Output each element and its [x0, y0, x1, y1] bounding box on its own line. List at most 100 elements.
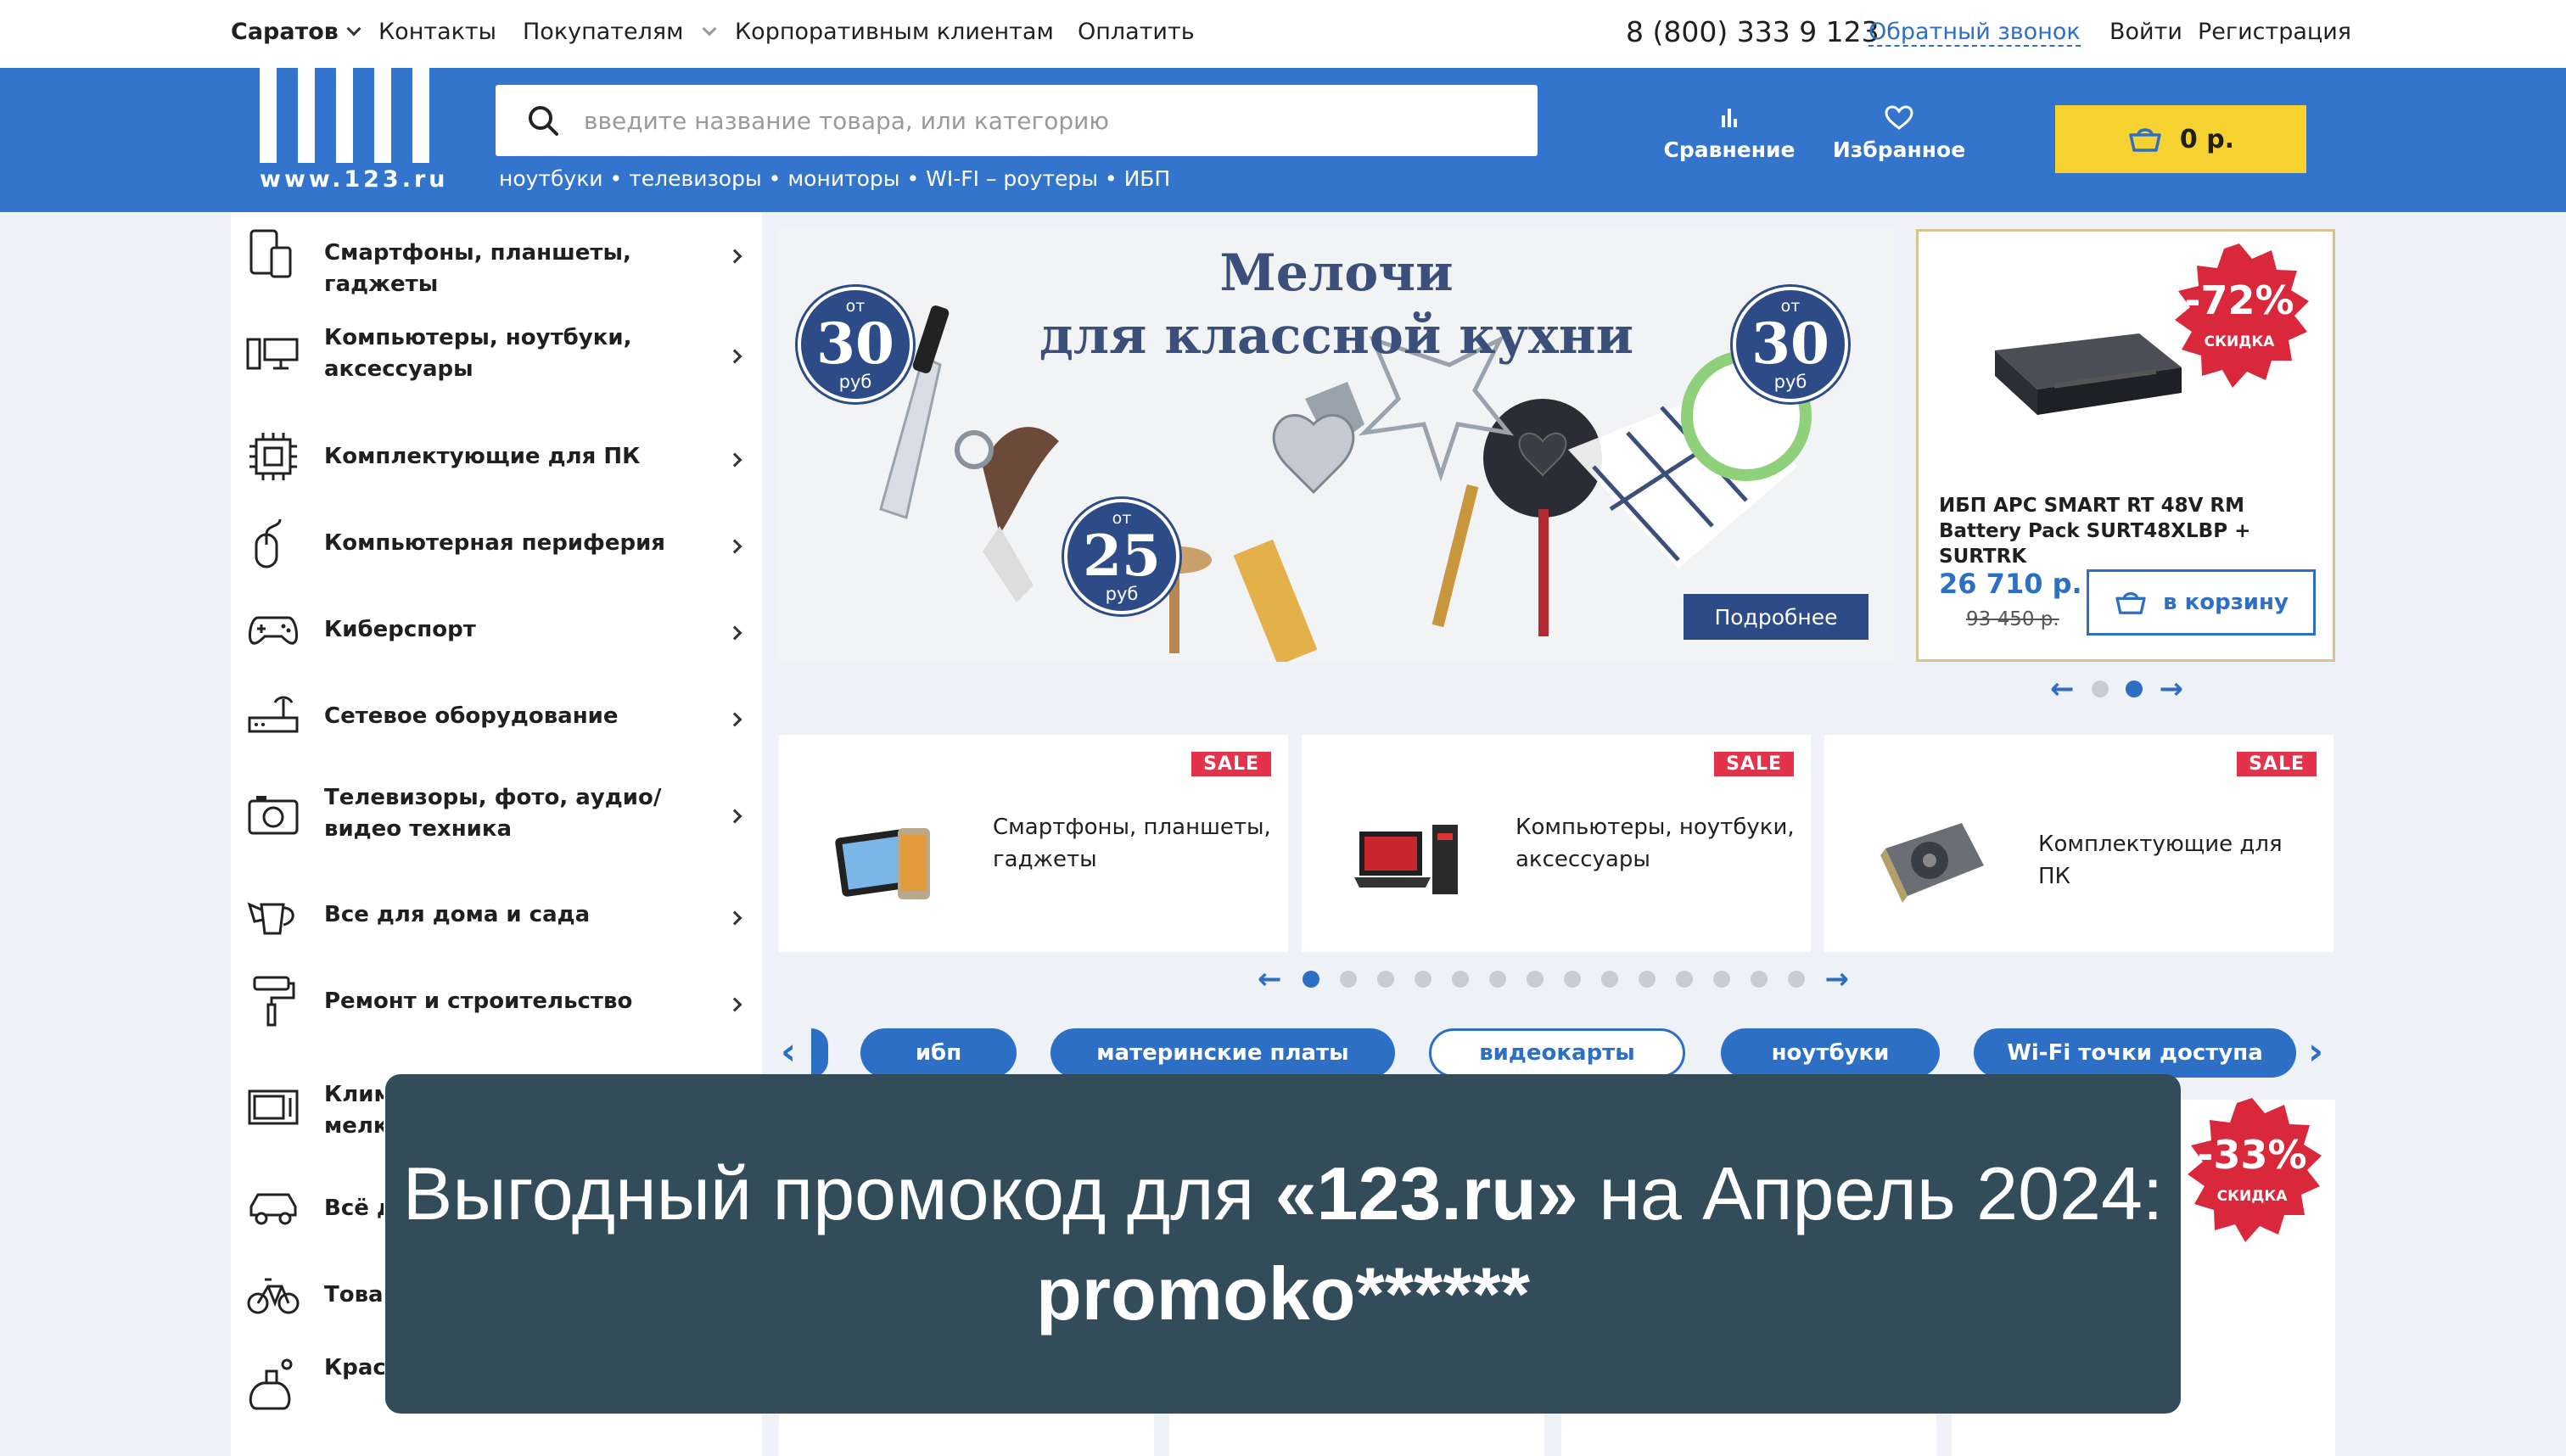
- arrow-left-icon[interactable]: ←: [1258, 965, 1282, 994]
- banner-more-button[interactable]: Подробнее: [1684, 594, 1868, 640]
- quick-links[interactable]: ноутбуки • телевизоры • мониторы • WI-FI…: [499, 166, 1170, 191]
- callback-link[interactable]: Обратный звонок: [1868, 19, 2081, 47]
- ups-product-image: [1995, 333, 2182, 415]
- pager-dot[interactable]: [1339, 971, 1357, 988]
- sidebar-item-repair[interactable]: Ремонт и строительство: [231, 960, 762, 1045]
- favorites-label: Избранное: [1832, 137, 1966, 162]
- pager-dot[interactable]: [2091, 680, 2109, 697]
- price-badge: от 30 руб: [798, 287, 913, 402]
- sale-card[interactable]: SALE Комплектующие для ПК: [1824, 735, 2333, 952]
- pager-dot[interactable]: [1414, 971, 1431, 988]
- tag-pill[interactable]: материнские платы: [1050, 1028, 1395, 1078]
- pager-dot[interactable]: [1712, 971, 1730, 988]
- logo-url: www.123.ru: [260, 166, 449, 193]
- sidebar-item-computers[interactable]: Компьютеры, ноутбуки, аксессуары: [231, 311, 762, 404]
- pager-dot-active[interactable]: [2125, 680, 2143, 697]
- pager-dot[interactable]: [1563, 971, 1581, 988]
- chevron-right-icon: [727, 910, 742, 926]
- product-title[interactable]: ИБП APC SMART RT 48V RM Battery Pack SUR…: [1939, 493, 2321, 569]
- pager-dot-active[interactable]: [1302, 971, 1319, 988]
- pager-dot[interactable]: [1600, 971, 1618, 988]
- pager-dot[interactable]: [1675, 971, 1693, 988]
- arrow-left-icon[interactable]: ←: [2050, 675, 2075, 703]
- router-icon: [248, 696, 299, 733]
- graphics-card-image: [1880, 823, 1984, 903]
- chevron-right-icon: [727, 997, 742, 1012]
- compare-icon: [1722, 109, 1737, 127]
- tags-prev-icon[interactable]: ‹: [781, 1030, 796, 1073]
- promo-code[interactable]: promoko******: [1036, 1252, 1530, 1336]
- sidebar-item-pc-parts[interactable]: Комплектующие для ПК: [231, 416, 762, 501]
- tag-pill[interactable]: ноутбуки: [1721, 1028, 1940, 1078]
- pager-dot[interactable]: [1638, 971, 1656, 988]
- chevron-right-icon: [727, 249, 742, 264]
- sale-card[interactable]: SALE Смартфоны, планшеты, гаджеты: [779, 735, 1288, 952]
- sidebar-item-tv-photo[interactable]: Телевизоры, фото, аудио/видео техника: [231, 762, 762, 872]
- link-pay[interactable]: Оплатить: [1078, 19, 1195, 45]
- link-contacts[interactable]: Контакты: [378, 19, 496, 45]
- tag-pill-partial[interactable]: [811, 1028, 828, 1078]
- register-link[interactable]: Регистрация: [2198, 19, 2351, 45]
- tag-pill-active[interactable]: видеокарты: [1429, 1028, 1685, 1078]
- sidebar-item-network[interactable]: Сетевое оборудование: [231, 675, 762, 760]
- arrow-right-icon[interactable]: →: [2160, 675, 2184, 703]
- product-card[interactable]: -72% скидка ИБП APC SMART RT 48V RM Batt…: [1916, 229, 2335, 662]
- product-price: 26 710 р.: [1939, 568, 2082, 600]
- sale-badge: SALE: [1714, 752, 1794, 776]
- chevron-right-icon: [727, 625, 742, 641]
- mouse-icon: [255, 518, 282, 568]
- basket-icon: [2129, 128, 2161, 152]
- tags-next-icon[interactable]: ›: [2308, 1030, 2323, 1073]
- phone-number[interactable]: 8 (800) 333 9 123: [1626, 15, 1880, 48]
- sidebar-item-esports[interactable]: Киберспорт: [231, 589, 762, 674]
- discount-label: скидка: [2216, 1188, 2288, 1205]
- link-corporate[interactable]: Корпоративным клиентам: [735, 19, 1054, 45]
- discount-value: -72%: [2184, 277, 2294, 323]
- search-input[interactable]: [584, 85, 1517, 156]
- pager-dot[interactable]: [1526, 971, 1544, 988]
- add-to-cart-button[interactable]: в корзину: [2087, 569, 2316, 636]
- search-icon[interactable]: [526, 104, 560, 137]
- cart-button[interactable]: 0 р.: [2055, 105, 2306, 173]
- price-badge: от 25 руб: [1064, 499, 1179, 614]
- tag-pill[interactable]: Wi-Fi точки доступа: [1974, 1028, 2296, 1078]
- site-logo[interactable]: www.123.ru: [260, 68, 445, 195]
- chevron-right-icon: [727, 349, 742, 364]
- link-customers[interactable]: Покупателям: [523, 19, 717, 45]
- price-badge: от 30 руб: [1733, 287, 1848, 402]
- sale-badge: SALE: [2237, 752, 2317, 776]
- city-selector[interactable]: Саратов: [231, 19, 361, 45]
- top-bar: Саратов Контакты Покупателям Корпоративн…: [0, 0, 2566, 68]
- promo-code-overlay: Выгодный промокод для «123.ru» на Апрель…: [385, 1074, 2181, 1414]
- chevron-right-icon: [727, 539, 742, 554]
- pager-dot[interactable]: [1787, 971, 1805, 988]
- promo-brand: «123.ru»: [1275, 1151, 1578, 1235]
- chevron-down-icon: [346, 21, 361, 36]
- tag-pill[interactable]: ибп: [860, 1028, 1017, 1078]
- compare-button[interactable]: Сравнение: [1653, 105, 1806, 162]
- pager-dot[interactable]: [1750, 971, 1768, 988]
- sidebar-item-peripherals[interactable]: Компьютерная периферия: [231, 502, 762, 587]
- sidebar-item-home-garden[interactable]: Все для дома и сада: [231, 874, 762, 959]
- discount-label: скидка: [2204, 333, 2275, 350]
- sidebar-item-smartphones[interactable]: Смартфоны, планшеты, гаджеты: [231, 212, 762, 297]
- banner-title-line2: для классной кухни: [1039, 306, 1634, 366]
- sale-card[interactable]: SALE Компьютеры, ноутбуки, аксессуары: [1302, 735, 1811, 952]
- promo-banner[interactable]: Мелочи для классной кухни от 30 руб от 30 ру…: [779, 229, 1894, 662]
- smartphone-icon: [249, 229, 292, 278]
- pager-dot[interactable]: [1376, 971, 1394, 988]
- cart-total: 0 р.: [2179, 124, 2235, 154]
- chevron-down-icon: [702, 21, 717, 36]
- chevron-right-icon: [727, 452, 742, 468]
- arrow-right-icon[interactable]: →: [1825, 965, 1850, 994]
- promo-text-middle: на Апрель 2024:: [1577, 1151, 2164, 1235]
- microwave-icon: [248, 1089, 299, 1125]
- login-link[interactable]: Войти: [2109, 19, 2182, 45]
- paint-roller-icon: [253, 976, 295, 1027]
- discount-value: -33%: [2197, 1132, 2307, 1178]
- pager-dot[interactable]: [1488, 971, 1506, 988]
- sale-card-label: Комплектующие для ПК: [2038, 832, 2283, 889]
- favorites-button[interactable]: Избранное: [1823, 105, 1975, 162]
- pager-dot[interactable]: [1451, 971, 1469, 988]
- sale-card-label: Смартфоны, планшеты, гаджеты: [993, 815, 1271, 872]
